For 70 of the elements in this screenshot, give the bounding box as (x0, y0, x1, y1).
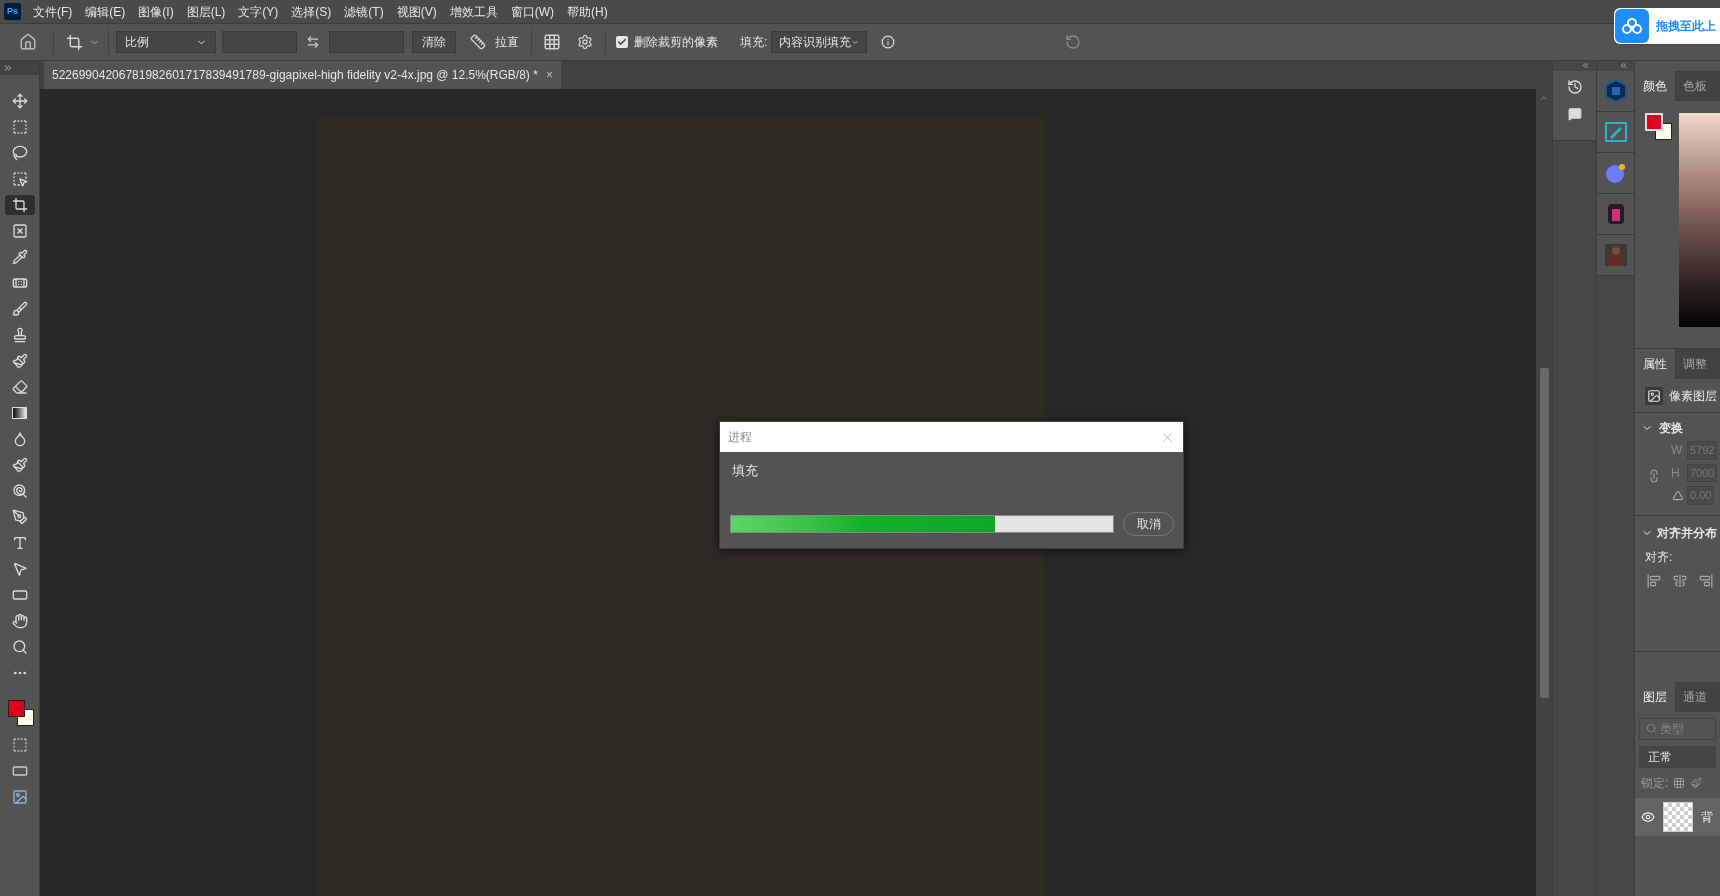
layer-type-label: 像素图层 (1669, 387, 1717, 405)
menu-item[interactable]: 文件(F) (33, 2, 73, 21)
layer-row[interactable]: 背 (1635, 797, 1720, 836)
screen-mode-icon[interactable] (11, 763, 28, 779)
menu-item[interactable]: 增效工具 (449, 2, 498, 21)
expand-icon[interactable] (3, 63, 13, 73)
settings-icon[interactable] (577, 34, 593, 50)
crop-preset-icon[interactable] (66, 33, 83, 51)
scrollbar-thumb[interactable] (1539, 368, 1549, 698)
color-swatches[interactable] (1645, 113, 1675, 143)
straighten-icon[interactable] (470, 34, 486, 50)
ai-pen-plugin-icon[interactable] (1604, 122, 1627, 142)
quick-mask-icon[interactable] (11, 737, 28, 753)
align-left-icon[interactable] (1647, 573, 1661, 588)
clear-button[interactable]: 清除 (412, 31, 456, 53)
fill-label: 填充: (740, 34, 768, 51)
info-icon[interactable] (881, 35, 896, 49)
panel-tab[interactable]: 图层 (1635, 681, 1675, 712)
align-center-icon[interactable] (1673, 573, 1687, 588)
menu-item[interactable]: 窗口(W) (510, 2, 554, 21)
app-logo: Ps (4, 3, 21, 20)
blend-mode-dropdown[interactable]: 正常 (1639, 745, 1716, 768)
menu-item[interactable]: 编辑(E) (85, 2, 126, 21)
layer-thumbnail (1663, 801, 1693, 832)
menu-item[interactable]: 视图(V) (396, 2, 437, 21)
menu-item[interactable]: 选择(S) (291, 2, 332, 21)
lock-label: 锁定: (1641, 774, 1669, 792)
search-icon (1646, 723, 1657, 734)
menu-item[interactable]: 滤镜(T) (344, 2, 384, 21)
close-tab-button[interactable]: × (545, 66, 553, 84)
fill-dropdown[interactable]: 内容识别填充 (771, 31, 868, 53)
straighten-button[interactable]: 拉直 (495, 33, 519, 51)
plugin-icon[interactable] (11, 789, 28, 805)
menu-item[interactable]: 帮助(H) (567, 2, 608, 21)
menu-item[interactable]: 文字(Y) (238, 2, 279, 21)
hexagon-plugin-icon[interactable] (1604, 79, 1627, 103)
document-tab[interactable]: 52269904206781982601717839491789-gigapixel-high fidelity v2-4x.jpg @ 12.5%(RGB/8) * × (44, 61, 561, 89)
height-field[interactable] (329, 31, 404, 53)
collapse-icon[interactable] (1581, 61, 1590, 70)
section-title: 对齐并分布 (1657, 524, 1717, 542)
orb-plugin-icon[interactable] (1604, 162, 1627, 184)
menu-item[interactable]: 图像(I) (138, 2, 174, 21)
lock-transparency-icon[interactable] (1673, 776, 1686, 789)
overlay-grid-icon[interactable] (543, 33, 561, 51)
pixel-layer-icon (1645, 386, 1663, 405)
comment-icon[interactable] (1567, 107, 1582, 121)
crop-tool-icon[interactable] (4, 195, 35, 215)
checkbox-label: 删除裁剪的像素 (634, 34, 718, 51)
swap-icon[interactable] (306, 35, 320, 49)
dialog-message: 填充 (732, 462, 759, 480)
align-right-icon[interactable] (1699, 573, 1713, 588)
character-plugin-icon[interactable] (1606, 203, 1625, 225)
color-field[interactable] (1678, 113, 1720, 327)
history-icon[interactable] (1566, 79, 1583, 95)
link-icon[interactable] (1647, 469, 1661, 483)
section-title: 变换 (1659, 420, 1683, 437)
align-label: 对齐: (1645, 548, 1674, 566)
angle-icon (1671, 489, 1685, 501)
menu-item[interactable]: 图层(L) (186, 2, 226, 21)
home-icon[interactable] (19, 33, 37, 51)
width-field[interactable] (222, 31, 297, 53)
layer-name: 背 (1701, 808, 1713, 826)
collapse-icon[interactable] (1619, 61, 1628, 70)
panel-tab[interactable]: 颜色 (1635, 71, 1675, 101)
visibility-icon[interactable] (1641, 809, 1655, 824)
dialog-title: 进程 (728, 429, 752, 446)
ratio-dropdown[interactable]: 比例 (116, 31, 216, 53)
panel-tab[interactable]: 属性 (1635, 349, 1675, 379)
cloud-icon (1622, 18, 1642, 34)
checkbox[interactable] (616, 36, 628, 48)
